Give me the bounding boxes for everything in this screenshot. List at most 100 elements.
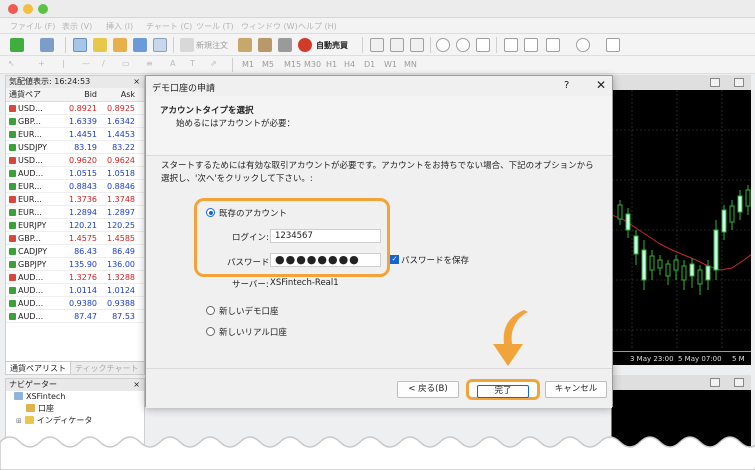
table-row[interactable]: AUD... 0.9380 0.9388 — [6, 297, 144, 310]
menu-help[interactable]: ヘルプ (H) — [298, 21, 337, 32]
terminal-icon[interactable] — [133, 38, 147, 52]
col-symbol[interactable]: 通貨ペア — [6, 88, 62, 101]
periods-icon[interactable] — [576, 38, 590, 52]
menu-file[interactable]: ファイル (F) — [10, 21, 55, 32]
indicators-icon[interactable] — [546, 38, 560, 52]
col-ask[interactable]: Ask — [100, 88, 138, 101]
table-row[interactable]: USD... 0.8921 0.8925 — [6, 102, 144, 115]
tf-h4[interactable]: H4 — [344, 60, 355, 69]
maximize-icon[interactable] — [734, 378, 744, 387]
tf-m1[interactable]: M1 — [242, 60, 254, 69]
symbol-name: EURJPY — [18, 221, 47, 230]
tf-m5[interactable]: M5 — [262, 60, 274, 69]
tf-w1[interactable]: W1 — [384, 60, 397, 69]
menu-tools[interactable]: ツール (T) — [196, 21, 234, 32]
cancel-button[interactable]: キャンセル — [545, 381, 607, 398]
navigator-icon[interactable] — [113, 38, 127, 52]
navigator-accounts[interactable]: 口座 — [6, 403, 144, 415]
table-row[interactable]: EUR... 0.8843 0.8846 — [6, 180, 144, 193]
tester-icon[interactable] — [153, 38, 167, 52]
tf-d1[interactable]: D1 — [364, 60, 375, 69]
menu-window[interactable]: ウィンドウ (W) — [241, 21, 298, 32]
table-row[interactable]: GBP... 1.4575 1.4585 — [6, 232, 144, 245]
minimize-window-icon[interactable] — [23, 4, 33, 14]
new-chart-icon[interactable] — [10, 38, 24, 52]
close-icon[interactable]: ✕ — [596, 78, 606, 92]
arrow-icon[interactable]: ⇗ — [210, 59, 217, 68]
new-real-account-label[interactable]: 新しいリアル口座 — [219, 326, 287, 338]
save-password-checkbox[interactable]: ✓ — [390, 255, 399, 264]
auto-trade-icon[interactable] — [298, 38, 312, 52]
templates-icon[interactable] — [606, 38, 620, 52]
table-row[interactable]: CADJPY 86.43 86.49 — [6, 245, 144, 258]
server-value: XSFintech-Real1 — [270, 278, 339, 288]
table-row[interactable]: AUD... 87.47 87.53 — [6, 310, 144, 323]
finish-button[interactable]: 完了 — [466, 379, 540, 400]
table-row[interactable]: AUD... 1.0515 1.0518 — [6, 167, 144, 180]
table-row[interactable]: AUD... 1.3276 1.3288 — [6, 271, 144, 284]
menu-chart[interactable]: チャート (C) — [146, 21, 192, 32]
col-bid[interactable]: Bid — [62, 88, 100, 101]
tab-tick-chart[interactable]: ティックチャート — [71, 362, 142, 374]
new-order-label[interactable]: 新規注文 — [196, 40, 228, 51]
tf-m30[interactable]: M30 — [304, 60, 321, 69]
tile-windows-icon[interactable] — [476, 38, 490, 52]
tab-symbols[interactable]: 通貨ペアリスト — [6, 362, 71, 374]
trendline-icon[interactable]: / — [102, 59, 105, 68]
table-row[interactable]: EUR... 1.3736 1.3748 — [6, 193, 144, 206]
table-row[interactable]: USD... 0.9620 0.9624 — [6, 154, 144, 167]
crosshair-icon[interactable]: + — [38, 59, 45, 68]
minimize-icon[interactable] — [710, 78, 720, 87]
table-row[interactable]: EUR... 1.4451 1.4453 — [6, 128, 144, 141]
new-order-icon[interactable] — [180, 38, 194, 52]
text-icon[interactable]: A — [170, 59, 175, 68]
signal-icon[interactable] — [278, 38, 292, 52]
new-real-account-radio[interactable] — [206, 327, 215, 336]
menu-insert[interactable]: 挿入 (I) — [106, 21, 133, 32]
save-password-label[interactable]: パスワードを保存 — [401, 254, 469, 266]
arrow-up-icon — [9, 222, 16, 229]
chart-shift-icon[interactable] — [504, 38, 518, 52]
data-window-icon[interactable] — [93, 38, 107, 52]
metaeditor-icon[interactable] — [238, 38, 252, 52]
autoscroll-icon[interactable] — [524, 38, 538, 52]
table-row[interactable]: GBPJPY 135.90 136.00 — [6, 258, 144, 271]
label-icon[interactable]: T — [190, 59, 195, 68]
table-row[interactable]: AUD... 1.0114 1.0124 — [6, 284, 144, 297]
table-row[interactable]: GBP... 1.6339 1.6342 — [6, 115, 144, 128]
close-icon[interactable]: × — [133, 379, 140, 391]
minimize-icon[interactable] — [710, 378, 720, 387]
tf-h1[interactable]: H1 — [326, 60, 337, 69]
help-icon[interactable]: ? — [564, 80, 569, 91]
zoom-in-icon[interactable] — [436, 38, 450, 52]
market-watch-icon[interactable] — [73, 38, 87, 52]
vertical-line-icon[interactable]: | — [62, 59, 65, 68]
menu-view[interactable]: 表示 (V) — [62, 21, 92, 32]
fibo-icon[interactable]: ≡ — [146, 59, 153, 68]
channel-icon[interactable]: ▭ — [122, 59, 130, 68]
cursor-icon[interactable]: ↖ — [8, 59, 15, 68]
horizontal-line-icon[interactable]: — — [82, 59, 90, 68]
back-button[interactable]: < 戻る(B) — [397, 381, 459, 398]
line-chart-icon[interactable] — [410, 38, 424, 52]
candlestick-chart[interactable] — [612, 90, 751, 350]
navigator-root[interactable]: XSFintech — [6, 391, 144, 403]
close-window-icon[interactable] — [8, 4, 18, 14]
bar-chart-icon[interactable] — [370, 38, 384, 52]
table-row[interactable]: EURJPY 120.21 120.25 — [6, 219, 144, 232]
tf-m15[interactable]: M15 — [284, 60, 301, 69]
maximize-icon[interactable] — [734, 78, 744, 87]
table-row[interactable]: USDJPY 83.19 83.22 — [6, 141, 144, 154]
close-icon[interactable]: × — [133, 76, 140, 88]
chart-window[interactable]: 3 May 23:00 5 May 07:00 5 M — [611, 75, 751, 365]
zoom-out-icon[interactable] — [456, 38, 470, 52]
new-demo-account-radio[interactable] — [206, 306, 215, 315]
tf-mn[interactable]: MN — [404, 60, 417, 69]
new-demo-account-label[interactable]: 新しいデモ口座 — [219, 305, 279, 317]
maximize-window-icon[interactable] — [38, 4, 48, 14]
experts-icon[interactable] — [258, 38, 272, 52]
auto-trade-label[interactable]: 自動売買 — [316, 40, 348, 51]
profiles-icon[interactable] — [40, 38, 54, 52]
table-row[interactable]: EUR... 1.2894 1.2897 — [6, 206, 144, 219]
candle-chart-icon[interactable] — [390, 38, 404, 52]
